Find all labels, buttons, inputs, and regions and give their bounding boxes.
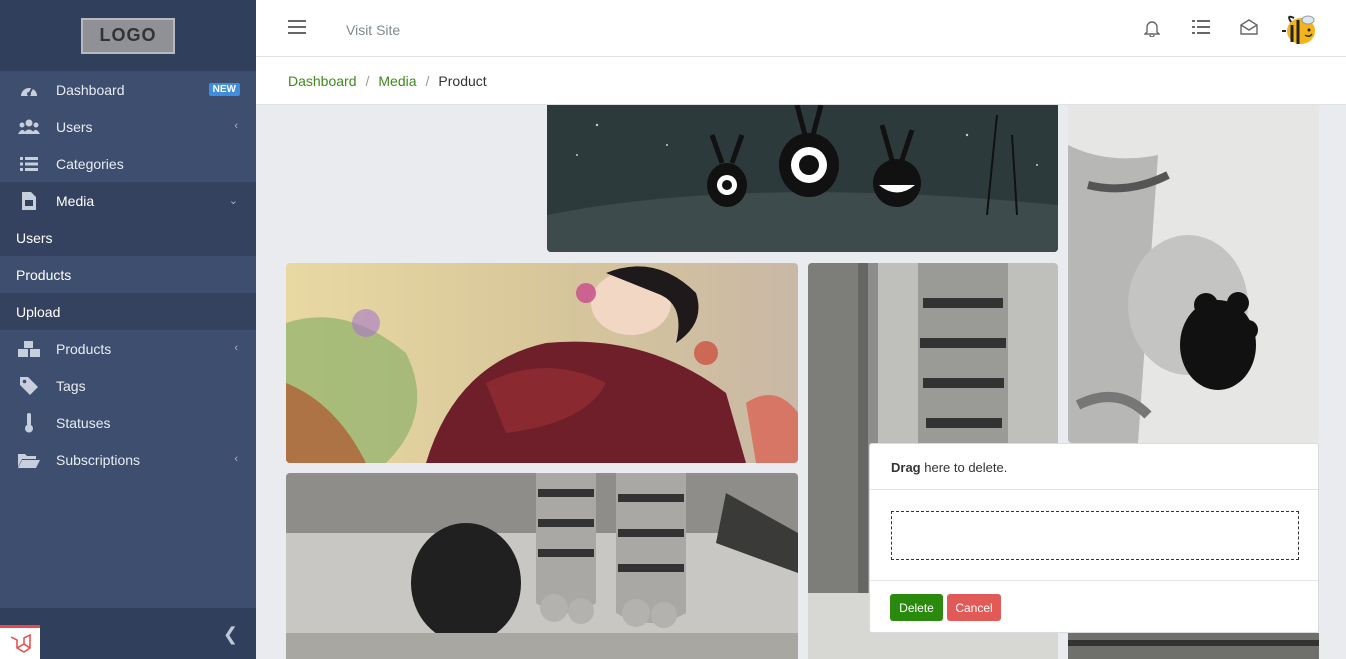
sidebar-item-media[interactable]: Media ⌄ <box>0 182 256 219</box>
envelope-open-icon[interactable] <box>1240 19 1258 40</box>
sidebar-item-label: Subscriptions <box>56 451 141 468</box>
file-image-icon <box>18 191 40 210</box>
breadcrumb-dashboard[interactable]: Dashboard <box>288 73 357 89</box>
breadcrumb-separator: / <box>425 72 430 89</box>
chevron-left-icon: ‹ <box>234 342 238 354</box>
logo[interactable]: LOGO <box>81 17 175 54</box>
users-icon <box>18 118 40 136</box>
bell-icon[interactable] <box>1143 19 1161 42</box>
laravel-icon <box>0 625 40 659</box>
chevron-left-icon: ‹ <box>234 453 238 465</box>
drop-panel-footer: Delete Cancel <box>870 580 1318 633</box>
chevron-down-icon: ⌄ <box>228 195 238 207</box>
speedometer-icon <box>18 81 40 99</box>
sidebar-item-users[interactable]: Users ‹ <box>0 108 256 145</box>
topbar: Visit Site <box>256 0 1346 57</box>
breadcrumb: Dashboard / Media / Product <box>256 57 1346 105</box>
delete-drop-zone[interactable] <box>891 511 1299 560</box>
drag-label: Drag <box>891 460 921 475</box>
drop-panel-header: Drag here to delete. <box>870 444 1318 490</box>
sidebar-item-label: Media <box>56 192 95 209</box>
logo-area: LOGO <box>0 0 256 71</box>
user-avatar[interactable] <box>1282 12 1318 46</box>
chevron-left-icon: ‹ <box>234 120 238 132</box>
folder-open-icon <box>18 451 40 469</box>
drag-hint: here to delete. <box>920 460 1008 475</box>
delete-drop-panel: Drag here to delete. Delete Cancel <box>869 443 1319 633</box>
visit-site-link[interactable]: Visit Site <box>346 22 400 38</box>
sidebar-item-subscriptions[interactable]: Subscriptions ‹ <box>0 441 256 478</box>
sidebar-item-label: Categories <box>56 155 124 172</box>
sidebar-item-label: Users <box>56 118 93 135</box>
new-badge: NEW <box>208 83 240 96</box>
breadcrumb-current: Product <box>438 72 487 89</box>
breadcrumb-separator: / <box>365 72 370 89</box>
sidebar-footer: ❮ <box>0 608 256 659</box>
delete-button[interactable]: Delete <box>890 594 943 621</box>
tasks-icon[interactable] <box>1192 19 1210 40</box>
media-tile-cat-paws[interactable] <box>286 473 798 659</box>
cancel-button[interactable]: Cancel <box>947 594 1001 621</box>
media-tile-anime-art[interactable] <box>286 263 798 463</box>
sidebar-item-label: Products <box>56 340 112 357</box>
list-icon <box>18 155 40 173</box>
sidebar-item-dashboard[interactable]: Dashboard NEW <box>0 71 256 108</box>
sidebar-item-label: Dashboard <box>56 81 125 98</box>
media-tile-cat-paw[interactable] <box>1068 105 1319 443</box>
sidebar-item-label: Tags <box>56 377 86 394</box>
sidebar: LOGO Dashboard NEW Users ‹ Categories Me… <box>0 0 256 659</box>
collapse-sidebar-icon[interactable]: ❮ <box>223 624 238 645</box>
tag-icon <box>18 376 40 395</box>
sidebar-subitem-upload[interactable]: Upload <box>0 293 256 330</box>
sidebar-item-statuses[interactable]: Statuses <box>0 404 256 441</box>
sidebar-item-label: Statuses <box>56 414 111 431</box>
media-tile-partial[interactable] <box>1068 633 1319 659</box>
sidebar-item-products[interactable]: Products ‹ <box>0 330 256 367</box>
sidebar-subitem-products[interactable]: Products <box>0 256 256 293</box>
thermometer-icon <box>18 412 40 432</box>
breadcrumb-media[interactable]: Media <box>378 73 416 89</box>
boxes-icon <box>18 340 40 358</box>
sidebar-subitem-users[interactable]: Users <box>0 219 256 256</box>
media-tile-cartoon[interactable] <box>547 105 1058 252</box>
sidebar-item-tags[interactable]: Tags <box>0 367 256 404</box>
sidebar-item-categories[interactable]: Categories <box>0 145 256 182</box>
menu-icon[interactable] <box>288 20 306 39</box>
